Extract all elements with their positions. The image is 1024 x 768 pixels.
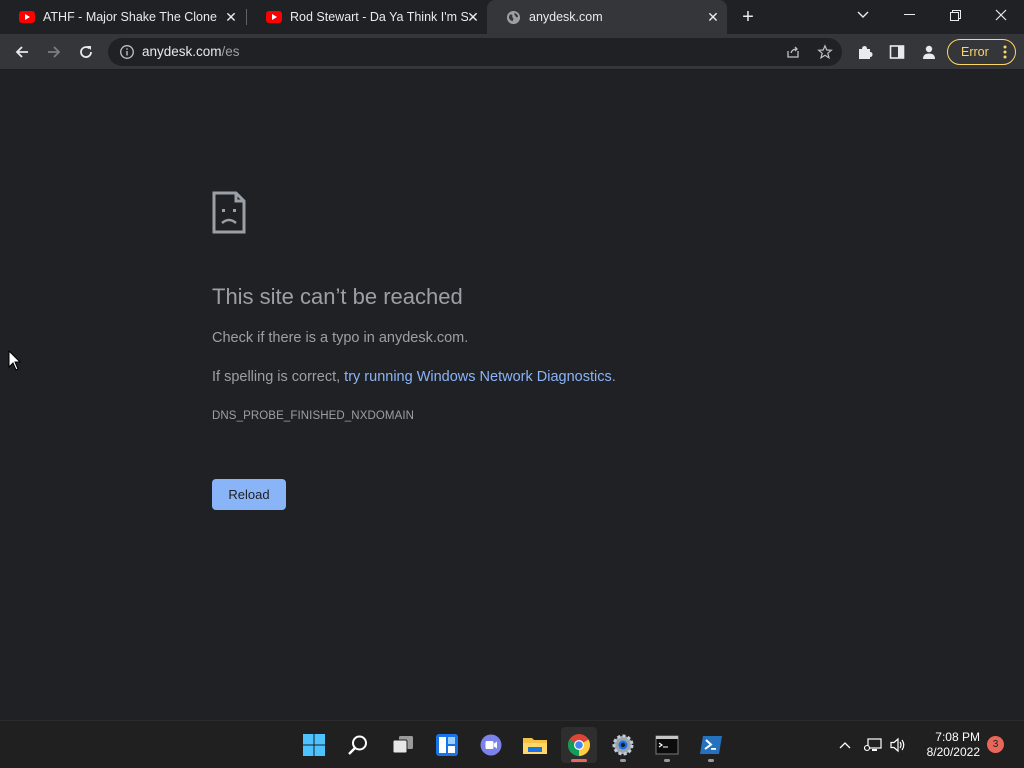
extensions-button[interactable]	[850, 37, 880, 67]
globe-icon	[506, 10, 521, 24]
chevron-up-icon	[839, 742, 851, 749]
search-icon	[348, 735, 367, 755]
teams-chat-button[interactable]	[473, 727, 509, 763]
forward-button[interactable]	[39, 37, 69, 67]
chrome-button[interactable]	[561, 727, 597, 763]
diagnostics-suffix: .	[611, 369, 616, 385]
close-icon[interactable]: ✕	[223, 9, 239, 25]
task-view-button[interactable]	[385, 727, 421, 763]
minimize-button[interactable]	[886, 0, 932, 30]
settings-button[interactable]	[605, 727, 641, 763]
settings-icon	[612, 734, 634, 756]
widgets-button[interactable]	[429, 727, 465, 763]
task-view-icon	[392, 736, 413, 754]
search-button[interactable]	[340, 727, 376, 763]
star-icon[interactable]	[817, 44, 833, 60]
mouse-cursor-icon	[8, 350, 22, 371]
start-icon	[303, 734, 325, 756]
tab-title: ATHF - Major Shake The Clone - Y	[43, 10, 221, 24]
tab-title: Rod Stewart - Da Ya Think I'm Sexy	[290, 10, 468, 24]
taskbar-clock[interactable]: 7:08 PM 8/20/2022	[916, 730, 980, 760]
tab-athf[interactable]: ATHF - Major Shake The Clone - Y ✕	[0, 0, 245, 34]
arrow-left-icon	[15, 46, 28, 58]
tab-title: anydesk.com	[529, 10, 603, 24]
typo-hint: Check if there is a typo in anydesk.com.	[212, 330, 469, 346]
back-button[interactable]	[7, 37, 37, 67]
network-diagnostics-link[interactable]: try running Windows Network Diagnostics	[344, 369, 612, 385]
running-app-indicator	[620, 759, 626, 762]
side-panel-button[interactable]	[882, 37, 912, 67]
youtube-icon	[19, 11, 35, 23]
start-button[interactable]	[296, 727, 332, 763]
tab-strip: ATHF - Major Shake The Clone - Y ✕ Rod S…	[0, 0, 1024, 34]
windows-taskbar: 7:08 PM 8/20/2022	[0, 720, 1024, 768]
powershell-icon	[700, 736, 722, 754]
restore-button[interactable]	[932, 0, 978, 30]
volume-button[interactable]	[887, 721, 909, 768]
puzzle-icon	[859, 46, 873, 59]
diagnostics-prefix: If spelling is correct,	[212, 369, 345, 385]
terminal-button[interactable]	[649, 727, 685, 763]
network-button[interactable]	[862, 721, 884, 768]
network-icon	[864, 738, 882, 752]
speaker-icon	[890, 737, 905, 753]
close-icon[interactable]: ✕	[465, 9, 481, 25]
info-icon[interactable]	[119, 44, 135, 60]
address-bar[interactable]: anydesk.com/es	[108, 38, 842, 66]
chevron-down-icon	[857, 11, 869, 18]
profile-button[interactable]	[914, 37, 944, 67]
tab-search-button[interactable]	[840, 0, 886, 30]
tab-anydesk[interactable]: anydesk.com ✕	[487, 0, 727, 34]
clock-date: 8/20/2022	[926, 745, 980, 759]
person-icon	[923, 45, 935, 59]
restore-icon	[949, 9, 961, 21]
error-code: DNS_PROBE_FINISHED_NXDOMAIN	[212, 410, 415, 422]
running-app-indicator	[708, 759, 714, 762]
more-vert-icon	[1003, 45, 1007, 59]
chrome-icon	[568, 734, 590, 756]
running-app-indicator	[664, 759, 670, 762]
tab-rod-stewart[interactable]: Rod Stewart - Da Ya Think I'm Sexy ✕	[247, 0, 487, 34]
file-explorer-icon	[523, 738, 547, 754]
youtube-icon	[266, 11, 282, 23]
file-explorer-button[interactable]	[517, 727, 553, 763]
url-host: anydesk.com	[142, 44, 222, 59]
side-panel-icon	[889, 45, 905, 59]
teams-chat-icon	[480, 734, 502, 756]
close-icon[interactable]: ✕	[705, 9, 721, 25]
reload-toolbar-button[interactable]	[71, 37, 101, 67]
url-path: /es	[221, 44, 240, 59]
clock-time: 7:08 PM	[935, 730, 980, 744]
diagnostics-hint: If spelling is correct, try running Wind…	[212, 369, 616, 385]
refresh-icon	[80, 46, 92, 58]
error-chip-label: Error	[961, 45, 989, 59]
new-tab-button[interactable]: +	[737, 6, 759, 28]
close-window-button[interactable]	[978, 0, 1024, 30]
url-text: anydesk.com/es	[142, 44, 240, 59]
browser-toolbar: anydesk.com/es Error	[0, 34, 1024, 70]
minimize-icon	[903, 14, 915, 15]
close-icon	[995, 9, 1007, 21]
reload-button[interactable]: Reload	[212, 479, 286, 510]
error-menu-chip[interactable]: Error	[947, 39, 1016, 65]
error-headline: This site can’t be reached	[212, 284, 463, 309]
show-hidden-icons-button[interactable]	[834, 721, 856, 768]
arrow-right-icon	[48, 46, 61, 58]
active-app-indicator	[571, 759, 587, 762]
sad-page-icon	[212, 191, 246, 234]
notification-badge[interactable]: 3	[987, 736, 1004, 753]
powershell-button[interactable]	[693, 727, 729, 763]
terminal-icon	[655, 735, 679, 755]
widgets-icon	[436, 734, 458, 756]
share-icon[interactable]	[785, 44, 801, 60]
